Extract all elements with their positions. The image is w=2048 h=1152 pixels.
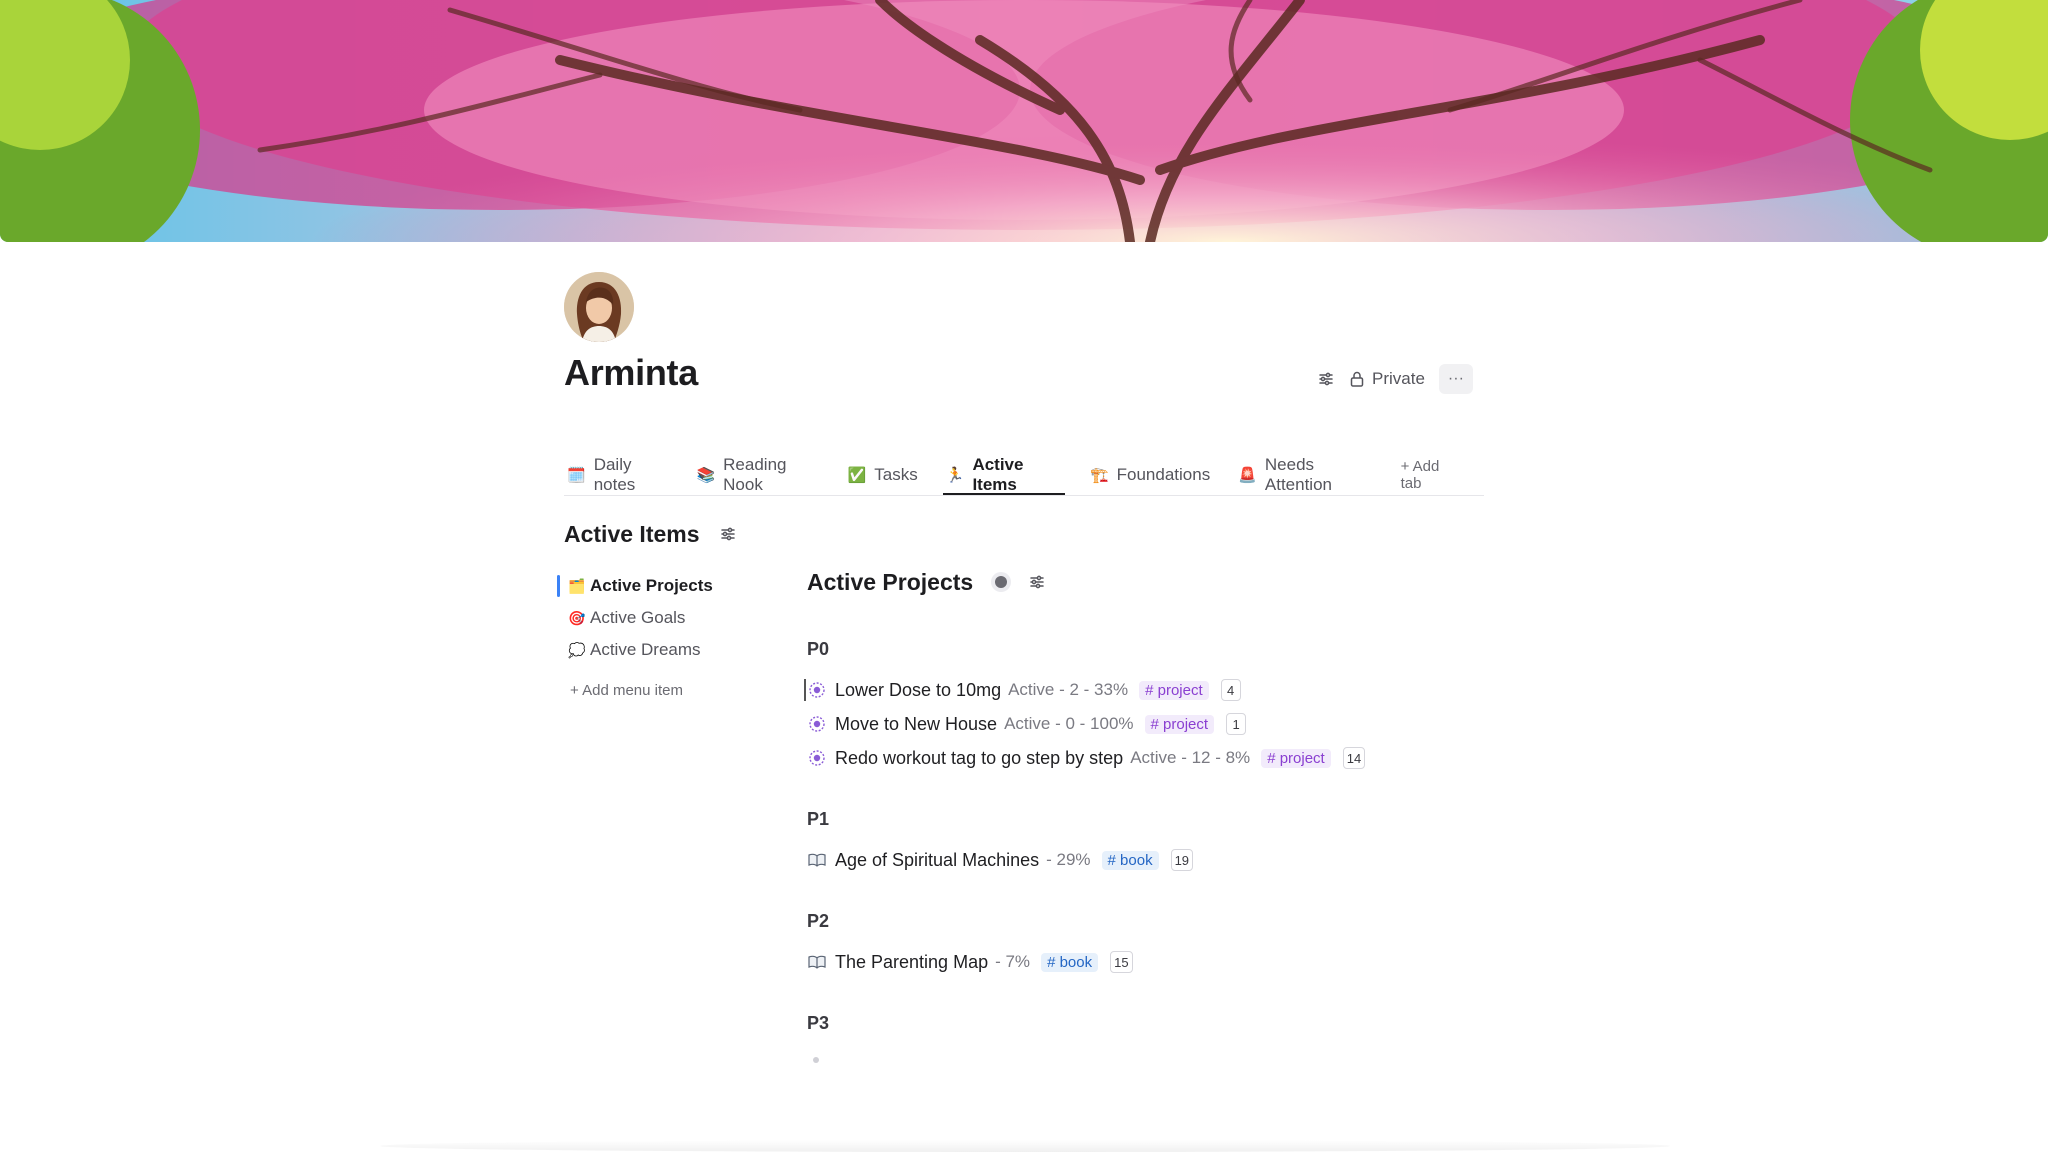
item-meta: - 29% <box>1046 850 1091 869</box>
item-meta: Active - 12 - 8% <box>1130 748 1251 767</box>
count-badge[interactable]: 14 <box>1342 747 1366 769</box>
section-filter-icon[interactable] <box>720 526 736 542</box>
tab-emoji-icon: 🗓️ <box>567 467 586 484</box>
book-icon <box>807 850 827 870</box>
group-label: P3 <box>807 1013 830 1033</box>
tab-emoji-icon: 📚 <box>696 467 716 484</box>
group-label: P2 <box>807 911 830 931</box>
avatar[interactable] <box>564 272 634 342</box>
menu-emoji-icon: 🎯 <box>568 609 586 626</box>
tab-needs-attention[interactable]: 🚨 Needs Attention <box>1235 455 1375 494</box>
menu-item-label: Active Dreams <box>590 640 701 659</box>
empty-bullet <box>813 1057 819 1063</box>
menu-emoji-icon: 💭 <box>568 641 586 658</box>
item-title[interactable]: Move to New House <box>835 714 997 735</box>
count-badge[interactable]: 19 <box>1170 849 1194 871</box>
group-label: P0 <box>807 639 830 659</box>
tab-label: Foundations <box>1116 465 1211 484</box>
tag-badge[interactable]: # book <box>1041 952 1099 972</box>
count-badge[interactable]: 1 <box>1226 713 1247 735</box>
cover-image[interactable] <box>0 0 2048 242</box>
group-label: P1 <box>807 809 830 829</box>
tag-badge[interactable]: # project <box>1144 714 1215 734</box>
side-menu: 🗂️ Active Projects 🎯 Active Goals 💭 Active Dr… <box>557 570 757 704</box>
tab-emoji-icon: ✅ <box>847 467 867 484</box>
tag-badge[interactable]: # project <box>1261 748 1331 768</box>
privacy-button[interactable]: Private <box>1350 369 1425 389</box>
count-badge[interactable]: 15 <box>1110 951 1133 973</box>
list-item[interactable]: Redo workout tag to go step by step Activ… <box>807 741 1487 775</box>
tab-emoji-icon: 🏃 <box>945 467 965 484</box>
tab-bar: 🗓️ Daily notes 📚 Reading Nook ✅ Tasks 🏃 Active … <box>564 455 1484 496</box>
settings-sliders-icon[interactable] <box>1318 371 1334 387</box>
item-meta: - 7% <box>995 952 1031 971</box>
content-title: Active Projects <box>807 568 974 595</box>
bottom-shadow <box>380 1140 1670 1152</box>
item-title[interactable]: The Parenting Map <box>835 952 988 973</box>
text-cursor <box>804 679 806 701</box>
project-icon <box>807 680 827 700</box>
content-filter-icon[interactable] <box>1029 574 1045 590</box>
lock-icon <box>1350 371 1364 387</box>
project-icon <box>807 748 827 768</box>
item-title[interactable]: Lower Dose to 10mg <box>835 680 1001 701</box>
list-item[interactable]: Age of Spiritual Machines - 29% # book 19 <box>807 843 1487 877</box>
item-title[interactable]: Age of Spiritual Machines <box>835 850 1039 871</box>
list-item[interactable]: Move to New House Active - 0 - 100% # proj… <box>807 707 1487 741</box>
menu-emoji-icon: 🗂️ <box>568 577 586 594</box>
menu-item-active-dreams[interactable]: 💭 Active Dreams <box>557 634 757 666</box>
tab-emoji-icon: 🏗️ <box>1089 467 1109 484</box>
tag-badge[interactable]: # project <box>1139 680 1209 700</box>
list-item[interactable]: The Parenting Map - 7% # book 15 <box>807 945 1487 979</box>
tab-label: Daily notes <box>593 455 636 494</box>
count-badge[interactable]: 4 <box>1220 679 1241 701</box>
tab-daily-notes[interactable]: 🗓️ Daily notes <box>564 455 671 494</box>
item-meta: Active - 0 - 100% <box>1004 714 1134 733</box>
tab-tasks[interactable]: ✅ Tasks <box>845 459 921 491</box>
tab-reading-nook[interactable]: 📚 Reading Nook <box>693 455 822 494</box>
menu-item-active-projects[interactable]: 🗂️ Active Projects <box>557 570 757 602</box>
item-meta: Active - 2 - 33% <box>1008 680 1129 699</box>
menu-item-active-goals[interactable]: 🎯 Active Goals <box>557 602 757 634</box>
tab-foundations[interactable]: 🏗️ Foundations <box>1087 459 1213 491</box>
tab-label: Active Items <box>972 455 1024 494</box>
view-toggle-dot[interactable] <box>995 576 1008 588</box>
page-title[interactable]: Arminta <box>564 352 698 394</box>
tab-label: Needs Attention <box>1264 455 1332 494</box>
tab-label: Reading Nook <box>723 455 787 494</box>
header-actions: Private ··· <box>1318 364 1473 394</box>
add-menu-item-button[interactable]: + Add menu item <box>557 676 757 704</box>
content-panel: Active Projects P0 Lower Dose to 10mg Acti… <box>804 565 1487 1063</box>
tab-active-items[interactable]: 🏃 Active Items <box>942 455 1066 495</box>
item-title[interactable]: Redo workout tag to go step by step <box>835 748 1123 769</box>
more-options-button[interactable]: ··· <box>1438 364 1473 394</box>
tab-label: Tasks <box>874 465 918 484</box>
privacy-label: Private <box>1372 369 1425 388</box>
menu-item-label: Active Projects <box>590 576 713 595</box>
add-tab-button[interactable]: + Add tab <box>1398 458 1462 492</box>
book-icon <box>807 952 827 972</box>
tag-badge[interactable]: # book <box>1101 850 1159 870</box>
project-icon <box>807 714 827 734</box>
section-title: Active Items <box>564 521 700 547</box>
list-item[interactable]: Lower Dose to 10mg Active - 2 - 33% # proj… <box>804 673 1487 707</box>
menu-item-label: Active Goals <box>590 608 686 627</box>
tab-emoji-icon: 🚨 <box>1238 467 1257 484</box>
